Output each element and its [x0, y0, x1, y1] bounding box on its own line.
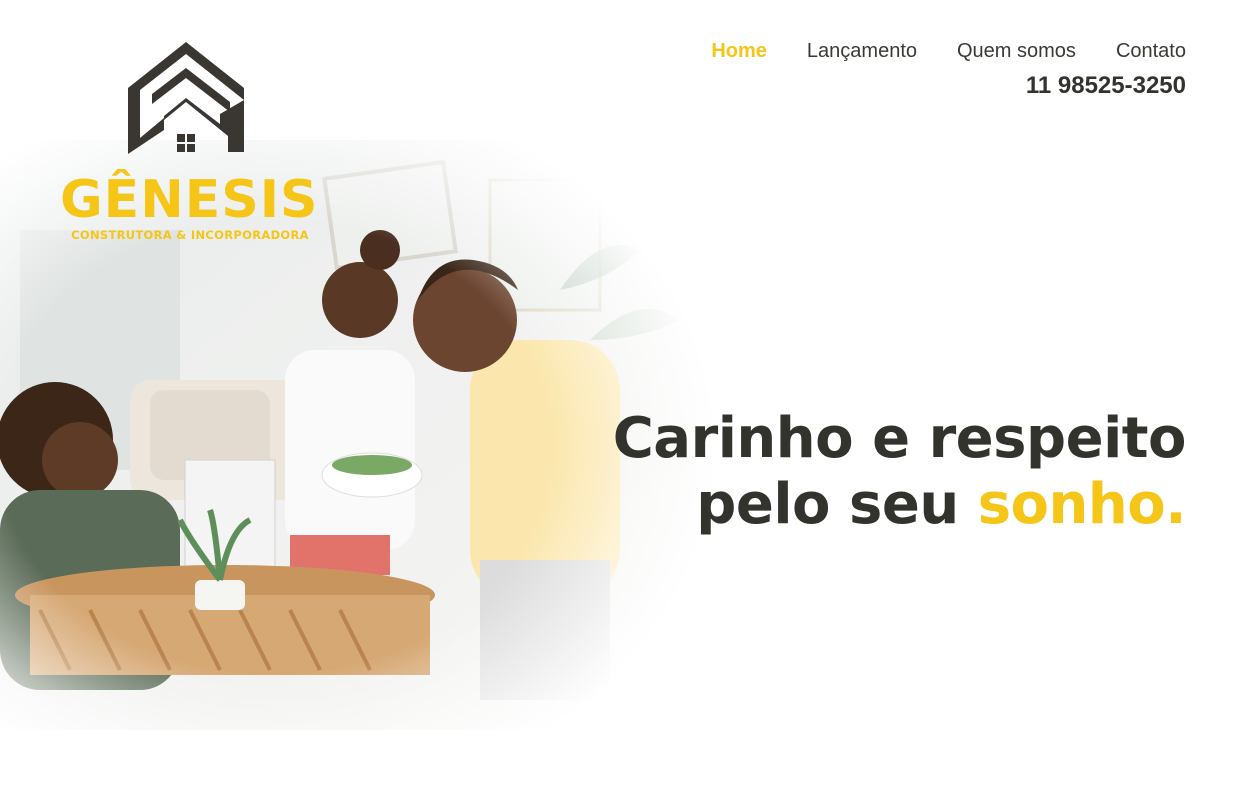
house-logo-icon: [128, 42, 244, 154]
nav-item-home[interactable]: Home: [711, 40, 767, 63]
brand-logo[interactable]: GÊNESIS CONSTRUTORA & INCORPORADORA: [60, 38, 320, 248]
nav-item-contato[interactable]: Contato: [1116, 40, 1186, 63]
brand-tagline: CONSTRUTORA & INCORPORADORA: [71, 228, 309, 242]
page: GÊNESIS CONSTRUTORA & INCORPORADORA Home…: [0, 0, 1248, 800]
hero-headline: Carinho e respeito pelo seu sonho.: [612, 406, 1187, 538]
nav-item-lancamento[interactable]: Lançamento: [807, 40, 917, 63]
main-nav: Home Lançamento Quem somos Contato: [711, 40, 1186, 63]
headline-accent-word: sonho.: [977, 472, 1187, 537]
headline-line-1: Carinho e respeito: [612, 406, 1187, 471]
phone-number-link[interactable]: 11 98525-3250: [1026, 72, 1186, 100]
nav-item-quem-somos[interactable]: Quem somos: [957, 40, 1076, 63]
headline-line-2-prefix: pelo seu: [696, 472, 959, 537]
brand-name: GÊNESIS: [60, 170, 319, 230]
